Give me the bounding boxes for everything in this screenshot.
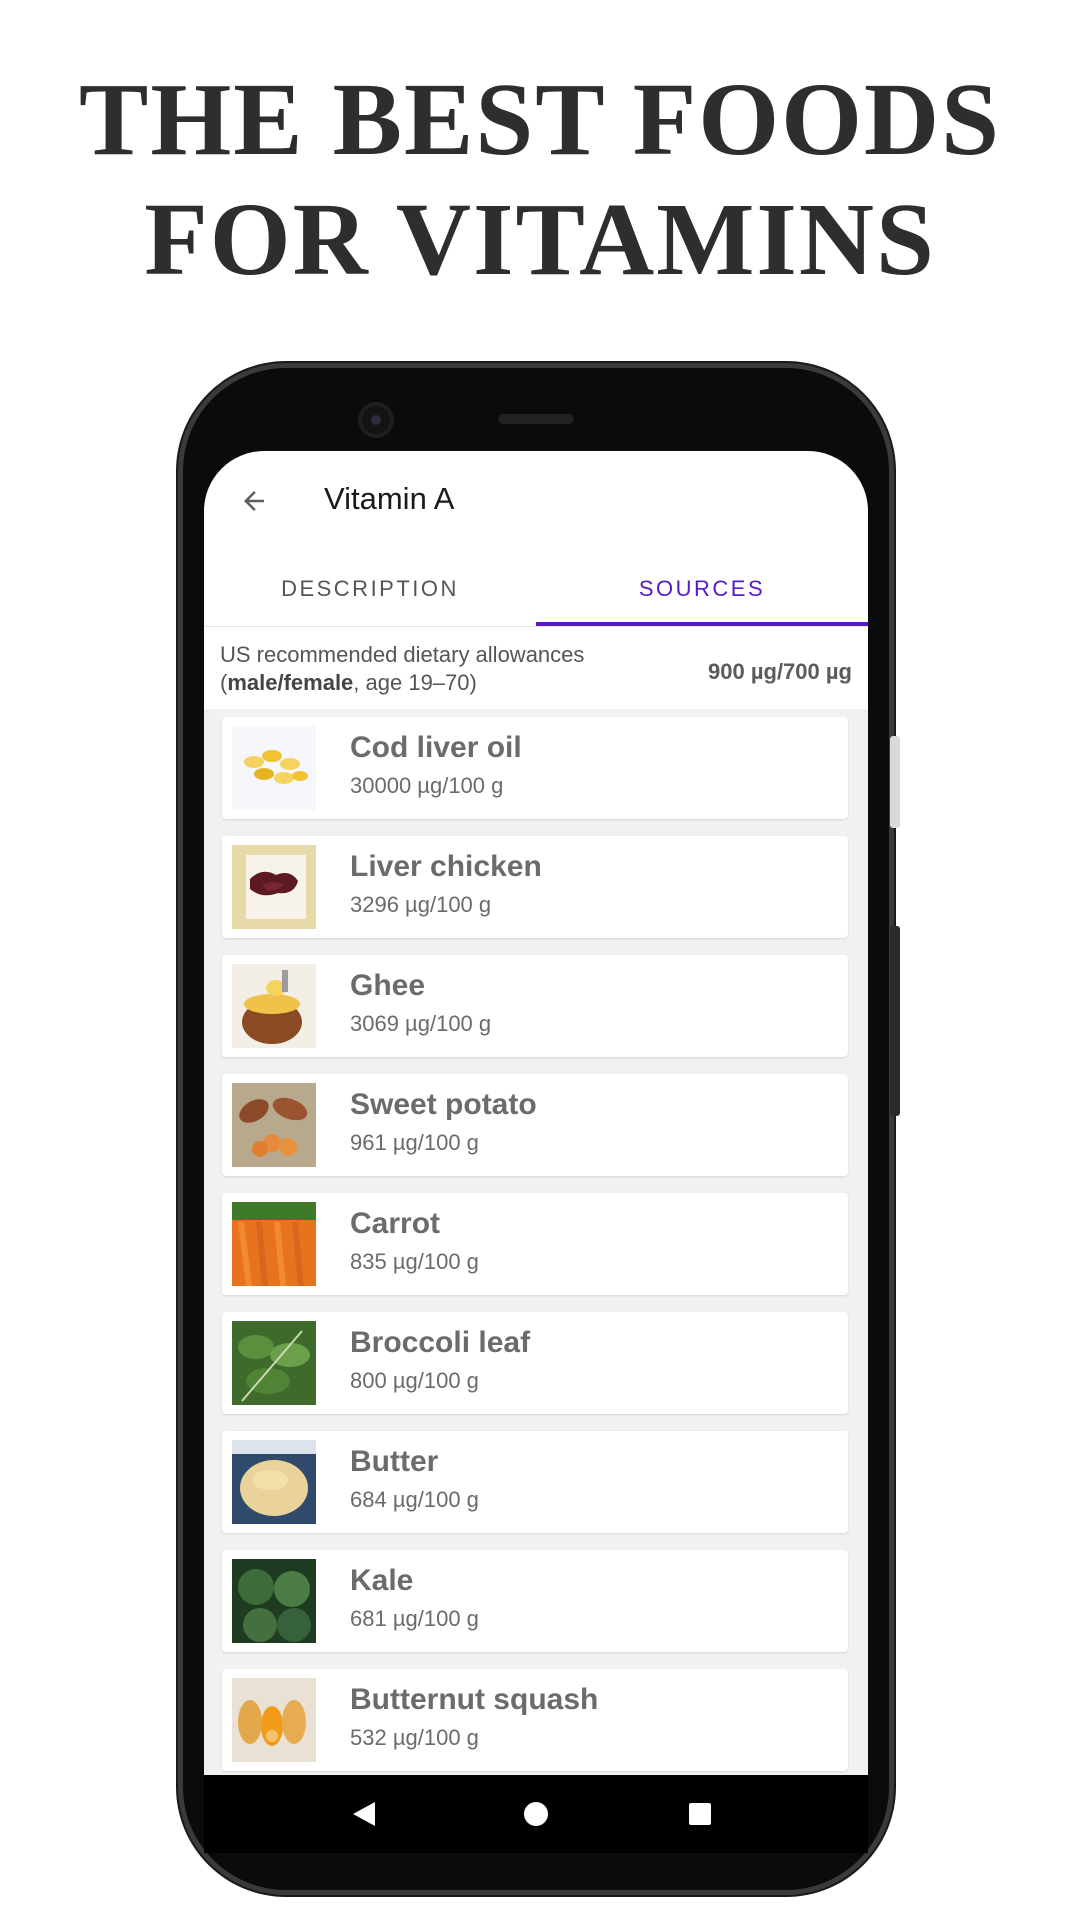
food-card[interactable]: Broccoli leaf 800 µg/100 g: [222, 1312, 848, 1414]
butter-image: [232, 1440, 316, 1524]
food-value: 800 µg/100 g: [350, 1368, 479, 1393]
food-list[interactable]: Cod liver oil 30000 µg/100 g Liver chick…: [204, 709, 868, 1775]
system-navigation-bar: [204, 1775, 868, 1853]
app-bar: Vitamin A: [204, 451, 868, 551]
food-card[interactable]: Butter 684 µg/100 g: [222, 1431, 848, 1533]
home-circle-icon[interactable]: [496, 1775, 576, 1853]
food-value: 30000 µg/100 g: [350, 773, 504, 798]
food-card[interactable]: Butternut squash 532 µg/100 g: [222, 1669, 848, 1771]
cod-liver-oil-image: [232, 726, 316, 810]
tab-description[interactable]: DESCRIPTION: [204, 551, 536, 627]
rda-age: , age 19–70): [353, 670, 477, 695]
food-name: Carrot: [350, 1207, 441, 1240]
food-name: Broccoli leaf: [350, 1326, 531, 1359]
page-title: Vitamin A: [324, 481, 455, 516]
food-value: 961 µg/100 g: [350, 1130, 479, 1155]
rda-label: US recommended dietary allowances (male/…: [220, 641, 660, 697]
back-triangle-icon[interactable]: [324, 1775, 404, 1853]
rda-label-line1: US recommended dietary allowances: [220, 642, 585, 667]
carrot-image: [232, 1202, 316, 1286]
food-value: 684 µg/100 g: [350, 1487, 479, 1512]
food-value: 532 µg/100 g: [350, 1725, 479, 1750]
rda-header: US recommended dietary allowances (male/…: [204, 627, 868, 709]
tab-bar: DESCRIPTION SOURCES: [204, 551, 868, 627]
food-name: Sweet potato: [350, 1088, 537, 1121]
app-screen: Vitamin A DESCRIPTION SOURCES US recomme…: [204, 451, 868, 1775]
rda-value: 900 µg/700 µg: [708, 659, 852, 684]
kale-image: [232, 1559, 316, 1643]
food-card[interactable]: Carrot 835 µg/100 g: [222, 1193, 848, 1295]
promo-headline: THE BEST FOODS FOR VITAMINS: [0, 60, 1080, 300]
phone-side-button: [890, 736, 900, 828]
food-card[interactable]: Kale 681 µg/100 g: [222, 1550, 848, 1652]
butternut-squash-image: [232, 1678, 316, 1762]
food-value: 3069 µg/100 g: [350, 1011, 492, 1036]
food-card[interactable]: Ghee 3069 µg/100 g: [222, 955, 848, 1057]
chicken-liver-image: [232, 845, 316, 929]
food-card[interactable]: Liver chicken 3296 µg/100 g: [222, 836, 848, 938]
earpiece-speaker: [498, 414, 574, 424]
sweet-potato-image: [232, 1083, 316, 1167]
headline-line-1: THE BEST FOODS: [79, 62, 1001, 177]
arrow-back-icon[interactable]: [232, 479, 276, 523]
food-name: Ghee: [350, 969, 426, 1002]
broccoli-leaf-image: [232, 1321, 316, 1405]
rda-group: male/female: [227, 670, 354, 695]
food-card[interactable]: Sweet potato 961 µg/100 g: [222, 1074, 848, 1176]
tab-sources[interactable]: SOURCES: [536, 551, 868, 627]
food-name: Kale: [350, 1564, 414, 1597]
front-camera: [358, 402, 394, 438]
ghee-image: [232, 964, 316, 1048]
food-value: 681 µg/100 g: [350, 1606, 479, 1631]
recents-square-icon[interactable]: [660, 1775, 740, 1853]
food-card[interactable]: Cod liver oil 30000 µg/100 g: [222, 717, 848, 819]
food-value: 835 µg/100 g: [350, 1249, 479, 1274]
food-name: Cod liver oil: [350, 731, 522, 764]
headline-line-2: FOR VITAMINS: [144, 182, 936, 297]
phone-power-button: [890, 926, 900, 1116]
food-name: Butter: [350, 1445, 439, 1478]
food-name: Butternut squash: [350, 1683, 599, 1716]
food-name: Liver chicken: [350, 850, 542, 883]
food-value: 3296 µg/100 g: [350, 892, 492, 917]
